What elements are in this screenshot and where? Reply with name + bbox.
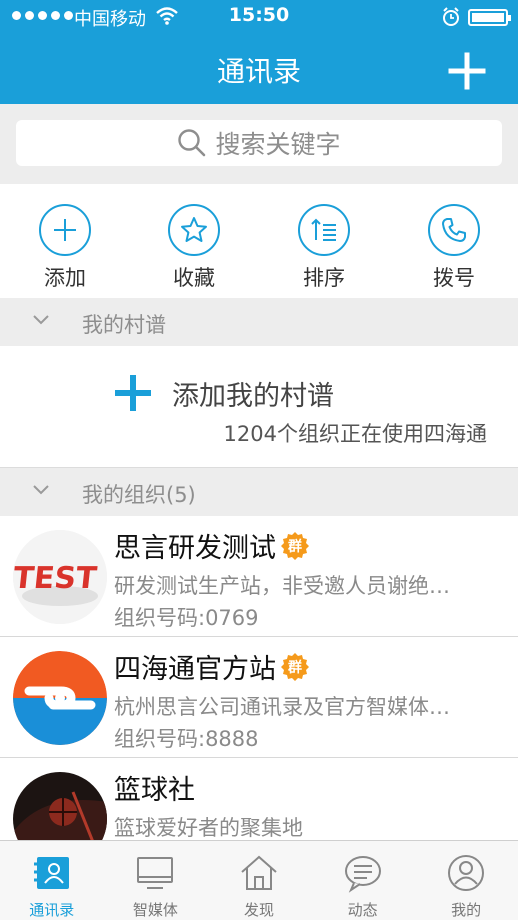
tab-discover[interactable]: 发现: [207, 841, 311, 920]
org-description: 篮球爱好者的聚集地: [114, 816, 303, 840]
village-section-title: 我的村谱: [82, 313, 166, 337]
nav-bar: 通讯录: [0, 34, 518, 104]
usage-count-text: 1204个组织正在使用四海通: [223, 422, 487, 446]
group-badge-text: 群: [288, 660, 302, 676]
alarm-icon: [443, 7, 459, 26]
org-section-title: 我的组织(5): [82, 483, 196, 507]
svg-text:TEST: TEST: [13, 561, 99, 596]
dial-action-label: 拨号: [433, 266, 475, 290]
plus-circle-icon: [39, 204, 91, 256]
tab-contacts-label: 通讯录: [29, 901, 75, 919]
org-avatar: TEST: [13, 530, 107, 624]
contacts-icon: [33, 857, 69, 889]
search-area: 搜索关键字: [0, 104, 518, 184]
battery-icon: [468, 9, 511, 26]
sihaitong-logo-icon: [13, 651, 107, 745]
org-avatar: [13, 772, 107, 840]
tab-discover-label: 发现: [243, 901, 274, 919]
tab-media[interactable]: 智媒体: [104, 841, 208, 920]
group-badge-icon: 群: [280, 652, 310, 682]
status-time: 15:50: [228, 4, 290, 26]
tab-contacts[interactable]: 通讯录: [0, 841, 104, 920]
person-icon: [448, 855, 485, 891]
sort-circle-icon: [298, 204, 350, 256]
add-action-button[interactable]: 添加: [15, 204, 115, 292]
sort-action-label: 排序: [303, 266, 345, 290]
star-circle-icon: [168, 204, 220, 256]
org-list-item[interactable]: 四海通官方站 群 杭州思言公司通讯录及官方智媒体… 组织号码:8888: [0, 637, 518, 758]
tab-activity-label: 动态: [347, 901, 378, 919]
org-list-item[interactable]: 篮球社 篮球爱好者的聚集地: [0, 758, 518, 840]
test-logo-icon: TEST: [13, 530, 107, 624]
basketball-photo-icon: [13, 772, 107, 840]
org-number: 组织号码:8888: [114, 727, 259, 751]
tab-me-label: 我的: [451, 901, 482, 919]
tab-bar: 通讯录 智媒体 发现 动态 我的: [0, 840, 518, 920]
village-section-header[interactable]: 我的村谱: [0, 298, 518, 346]
search-input[interactable]: 搜索关键字: [16, 120, 502, 166]
chat-bubble-icon: [344, 856, 381, 893]
tab-me[interactable]: 我的: [414, 841, 518, 920]
chevron-down-icon: [33, 315, 49, 325]
add-action-label: 添加: [44, 266, 86, 290]
quick-actions: 添加 收藏 排序 拨号: [0, 184, 518, 298]
org-name: 四海通官方站: [114, 654, 276, 685]
add-contact-button[interactable]: [447, 51, 487, 91]
status-bar: 中国移动 15:50: [0, 0, 518, 34]
dial-action-button[interactable]: 拨号: [404, 204, 504, 292]
org-description: 研发测试生产站，非受邀人员谢绝…: [114, 574, 450, 598]
org-section-header[interactable]: 我的组织(5): [0, 468, 518, 516]
tab-media-label: 智媒体: [132, 901, 178, 919]
chevron-down-icon: [33, 485, 49, 495]
org-number: 组织号码:0769: [114, 606, 259, 630]
org-description: 杭州思言公司通讯录及官方智媒体…: [114, 695, 450, 719]
add-village-label[interactable]: 添加我的村谱: [172, 374, 334, 413]
org-list-item[interactable]: TEST 思言研发测试 群 研发测试生产站，非受邀人员谢绝… 组织号码:0769: [0, 516, 518, 637]
sort-action-button[interactable]: 排序: [274, 204, 374, 292]
add-village-card: 添加我的村谱 1204个组织正在使用四海通: [0, 346, 518, 468]
page-title: 通讯录: [216, 55, 301, 88]
monitor-icon: [137, 857, 174, 889]
org-name: 思言研发测试: [114, 533, 276, 564]
house-icon: [241, 855, 277, 890]
org-name: 篮球社: [114, 775, 195, 806]
tab-activity[interactable]: 动态: [311, 841, 415, 920]
group-badge-icon: 群: [280, 531, 310, 561]
favorites-action-button[interactable]: 收藏: [144, 204, 244, 292]
phone-circle-icon: [428, 204, 480, 256]
org-avatar: [13, 651, 107, 745]
search-placeholder: 搜索关键字: [215, 130, 341, 159]
search-icon: [178, 129, 206, 157]
add-village-button[interactable]: [112, 372, 154, 414]
group-badge-text: 群: [288, 539, 302, 555]
favorites-action-label: 收藏: [173, 266, 215, 290]
